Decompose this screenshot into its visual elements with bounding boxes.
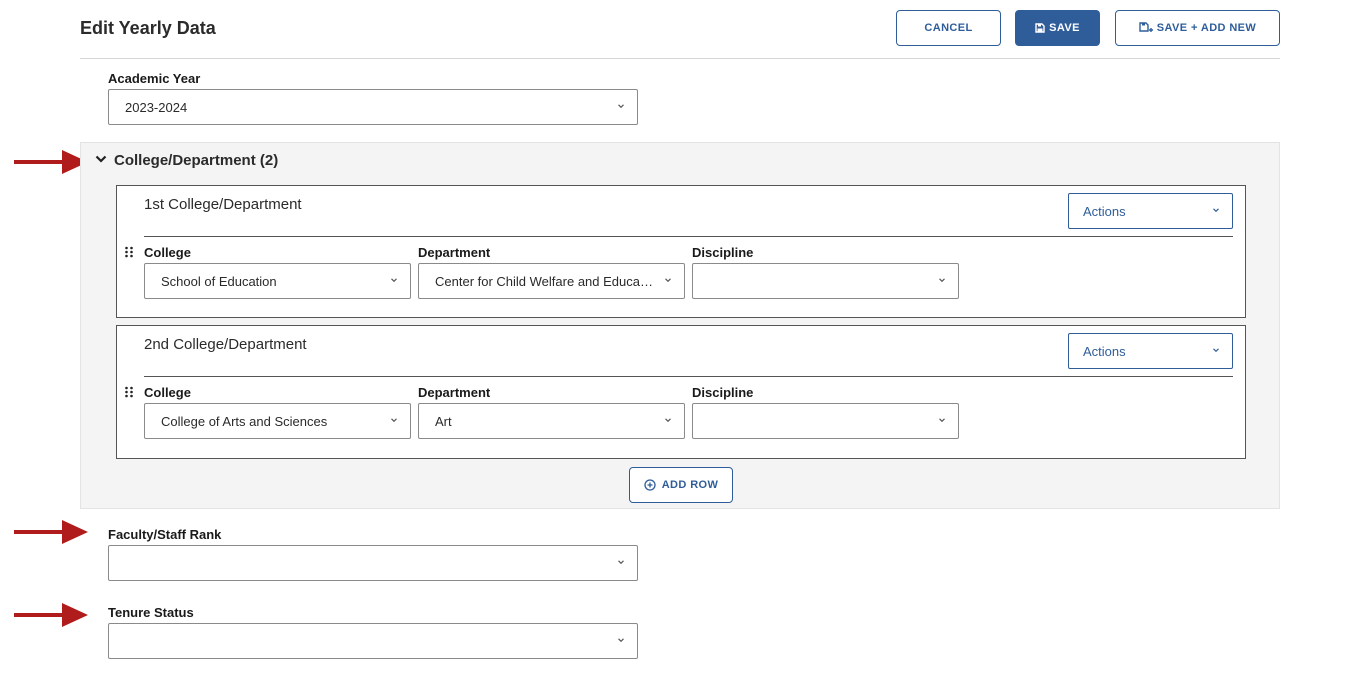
annotation-arrow-icon <box>14 150 88 174</box>
floppy-disk-plus-icon <box>1139 22 1153 32</box>
chevron-down-icon <box>618 560 624 565</box>
chevron-down-icon <box>618 638 624 643</box>
chevron-down-icon <box>1213 348 1219 353</box>
college-department-section: College/Department (2) 1st College/Depar… <box>80 142 1280 509</box>
chevron-down-icon <box>939 278 945 283</box>
divider <box>144 376 1233 377</box>
discipline-label: Discipline <box>692 385 754 400</box>
discipline-label: Discipline <box>692 245 754 260</box>
college-department-card: 1st College/Department Actions College S… <box>116 185 1246 318</box>
faculty-rank-select[interactable] <box>108 545 638 581</box>
college-select[interactable]: School of Education <box>144 263 411 299</box>
department-value: Center for Child Welfare and Education <box>435 274 654 289</box>
chevron-down-icon <box>1213 208 1219 213</box>
academic-year-value: 2023-2024 <box>125 100 188 115</box>
plus-circle-icon <box>644 479 656 491</box>
department-label: Department <box>418 245 491 260</box>
card-title: 1st College/Department <box>144 196 302 213</box>
discipline-select[interactable] <box>692 403 959 439</box>
card-title: 2nd College/Department <box>144 336 307 353</box>
department-value: Art <box>435 414 452 429</box>
academic-year-label: Academic Year <box>108 71 201 86</box>
discipline-select[interactable] <box>692 263 959 299</box>
page-title: Edit Yearly Data <box>80 18 216 38</box>
annotation-arrow-icon <box>14 520 88 544</box>
tenure-status-label: Tenure Status <box>108 605 194 620</box>
college-label: College <box>144 385 191 400</box>
chevron-down-icon <box>618 104 624 109</box>
floppy-disk-icon <box>1035 23 1045 33</box>
department-select[interactable]: Art <box>418 403 685 439</box>
college-select[interactable]: College of Arts and Sciences <box>144 403 411 439</box>
section-title[interactable]: College/Department (2) <box>114 152 278 169</box>
chevron-down-icon <box>665 418 671 423</box>
annotation-arrow-icon <box>14 603 88 627</box>
chevron-down-icon <box>391 278 397 283</box>
divider <box>144 236 1233 237</box>
add-row-button[interactable]: ADD ROW <box>629 467 733 503</box>
department-select[interactable]: Center for Child Welfare and Education <box>418 263 685 299</box>
chevron-down-icon[interactable] <box>95 154 107 164</box>
actions-select[interactable]: Actions <box>1068 333 1233 369</box>
cancel-button[interactable]: CANCEL <box>896 10 1001 46</box>
save-button[interactable]: SAVE <box>1015 10 1100 46</box>
chevron-down-icon <box>391 418 397 423</box>
academic-year-select[interactable]: 2023-2024 <box>108 89 638 125</box>
chevron-down-icon <box>665 278 671 283</box>
actions-select[interactable]: Actions <box>1068 193 1233 229</box>
faculty-rank-label: Faculty/Staff Rank <box>108 527 222 542</box>
save-add-new-button[interactable]: SAVE + ADD NEW <box>1115 10 1280 46</box>
department-label: Department <box>418 385 491 400</box>
drag-handle-icon[interactable] <box>124 246 134 258</box>
page-header: Edit Yearly Data CANCEL SAVE SAVE + ADD … <box>80 0 1280 59</box>
college-label: College <box>144 245 191 260</box>
college-department-card: 2nd College/Department Actions College C… <box>116 325 1246 459</box>
college-value: School of Education <box>161 274 277 289</box>
drag-handle-icon[interactable] <box>124 386 134 398</box>
tenure-status-select[interactable] <box>108 623 638 659</box>
college-value: College of Arts and Sciences <box>161 414 328 429</box>
chevron-down-icon <box>939 418 945 423</box>
